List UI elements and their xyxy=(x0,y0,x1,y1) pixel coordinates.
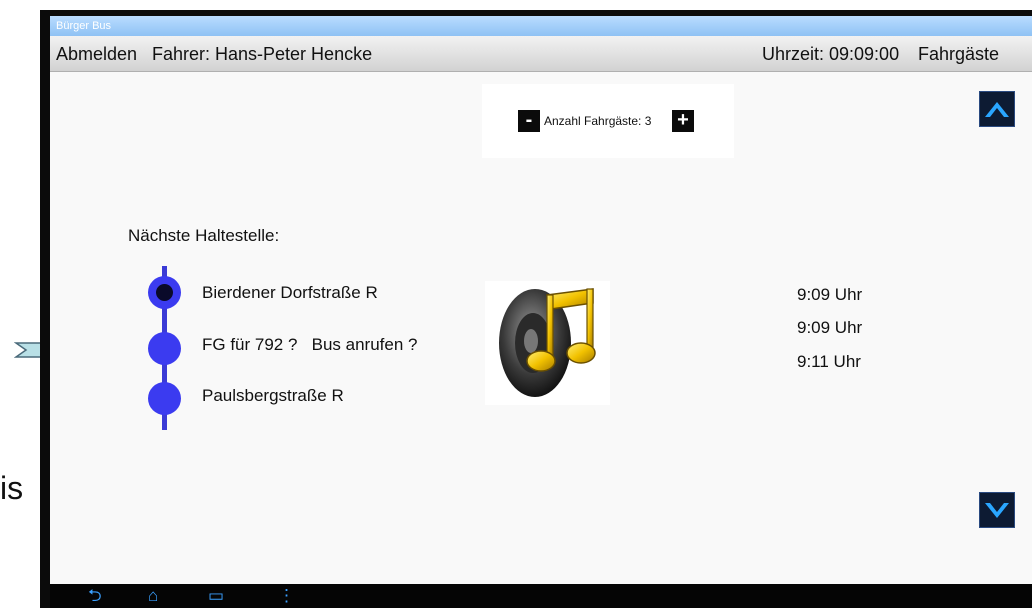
chevron-up-icon xyxy=(985,102,1009,117)
decrease-passengers-button[interactable]: - xyxy=(518,110,540,132)
stop-time: 9:09 Uhr xyxy=(797,318,863,337)
stop-time: 9:09 Uhr xyxy=(797,285,863,304)
scroll-up-button[interactable] xyxy=(979,91,1015,127)
passenger-count: Anzahl Fahrgäste: 3 xyxy=(544,114,652,128)
chevron-down-icon xyxy=(985,503,1009,518)
speaker-music-note-icon xyxy=(499,288,596,397)
app-header: Abmelden Fahrer: Hans-Peter Hencke Uhrze… xyxy=(50,36,1032,72)
menu-icon[interactable]: ⋮ xyxy=(278,587,295,605)
home-icon[interactable]: ⌂ xyxy=(148,587,158,605)
stop-time: 9:11 Uhr xyxy=(797,352,861,371)
back-icon[interactable]: ⮌ xyxy=(88,587,102,605)
window-title: Bürger Bus xyxy=(56,20,112,32)
stop-name[interactable]: Bierdener Dorfstraße R xyxy=(202,283,378,303)
passenger-counter: - Anzahl Fahrgäste: 3 + xyxy=(482,84,734,158)
sound-button[interactable] xyxy=(485,281,610,405)
driver-name: Fahrer: Hans-Peter Hencke xyxy=(152,44,373,64)
clock-display: Uhrzeit: 09:09:00 xyxy=(762,44,900,64)
increase-passengers-button[interactable]: + xyxy=(672,110,694,132)
cropped-slide-text: is xyxy=(0,470,24,506)
tab-passengers[interactable]: Fahrgäste xyxy=(918,36,999,72)
stop-name[interactable]: FG für 792 ? Bus anrufen ? xyxy=(202,335,417,355)
stop-name[interactable]: Paulsbergstraße R xyxy=(202,386,344,406)
recent-apps-icon[interactable]: ▭ xyxy=(208,587,224,605)
stop-marker[interactable] xyxy=(148,332,181,365)
window-titlebar: Bürger Bus xyxy=(50,16,1032,36)
stop-marker[interactable] xyxy=(148,382,181,415)
next-stop-heading: Nächste Haltestelle: xyxy=(128,226,280,245)
logout-button[interactable]: Abmelden xyxy=(56,36,137,72)
scroll-down-button[interactable] xyxy=(979,492,1015,528)
android-nav-bar: ⮌ ⌂ ▭ ⋮ xyxy=(50,584,1032,608)
current-stop-marker[interactable] xyxy=(148,276,181,309)
